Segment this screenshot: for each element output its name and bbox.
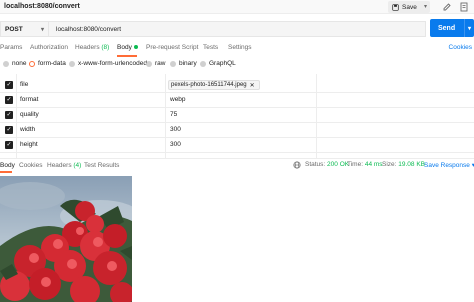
row-checkbox[interactable]: ✓ [5,126,13,134]
method-label: POST [5,25,23,33]
response-tab-body[interactable]: Body [0,162,15,169]
table-row: ✓ width 300 [0,123,474,138]
response-tab-headers[interactable]: Headers (4) [47,162,81,169]
radio-icon [200,60,206,67]
row-checkbox[interactable]: ✓ [5,111,13,119]
tab-tests[interactable]: Tests [203,44,218,51]
value-cell[interactable]: 75 [170,111,177,118]
chevron-down-icon[interactable]: ▾ [464,19,474,37]
row-checkbox[interactable]: ✓ [5,141,13,149]
column-divider [165,74,166,160]
tab-authorization[interactable]: Authorization [30,44,68,51]
tab-settings[interactable]: Settings [228,44,252,51]
key-cell[interactable]: width [20,126,35,133]
modified-dot-icon [133,45,138,50]
radio-none[interactable]: none [3,60,26,67]
key-cell[interactable]: quality [20,111,39,118]
response-headers-count: (4) [73,162,82,169]
send-button-label: Send [438,24,456,32]
method-select[interactable]: POST ▾ [0,21,48,37]
key-cell[interactable]: file [20,81,28,88]
status-value: 200 OK [327,161,350,168]
save-button[interactable]: Save ▾ [388,1,430,13]
globe-icon[interactable] [293,161,301,169]
table-row: ✓ file pexels-photo-16511744.jpeg ✕ [0,78,474,93]
pencil-icon[interactable] [441,1,453,13]
column-divider [16,74,17,160]
request-title[interactable]: localhost:8080/convert [4,3,80,10]
request-bar: POST ▾ Send ▾ [0,18,474,40]
active-response-tab-indicator [0,171,12,173]
radio-icon [3,60,9,67]
key-cell[interactable]: height [20,141,38,148]
tab-params[interactable]: Params [0,44,22,51]
tab-pre-request-script[interactable]: Pre-request Script [146,44,198,51]
headers-count: (8) [101,44,110,51]
chevron-down-icon: ▾ [40,27,44,33]
time-readout: Time: 44 ms [347,161,383,168]
table-row: ✓ height 300 [0,138,474,153]
request-tabs: Params Authorization Headers (8) Body Pr… [0,43,474,55]
body-type-options: none form-data x-www-form-urlencoded raw… [0,60,474,70]
radio-binary[interactable]: binary [170,60,197,67]
tab-body[interactable]: Body [117,44,138,51]
radio-form-data[interactable]: form-data [29,60,66,67]
chevron-down-icon[interactable]: ▾ [424,3,427,10]
radio-x-www-form-urlencoded[interactable]: x-www-form-urlencoded [69,60,147,67]
value-cell[interactable]: 300 [170,141,181,148]
key-cell[interactable]: format [20,96,38,103]
radio-selected-icon [29,60,35,67]
status-readout: Status: 200 OK [305,161,350,168]
save-icon [392,3,399,11]
title-bar: localhost:8080/convert Save ▾ [0,0,474,14]
response-image-preview [0,176,132,302]
radio-icon [170,60,176,67]
time-value: 44 ms [364,161,383,168]
save-button-label: Save [402,3,417,11]
value-cell[interactable]: 300 [170,126,181,133]
radio-icon [69,60,75,67]
documentation-icon[interactable] [458,1,470,13]
value-cell[interactable]: webp [170,96,186,103]
response-tab-test-results[interactable]: Test Results [84,162,119,169]
column-divider [316,74,317,160]
size-readout: Size: 19.08 KB [382,161,426,168]
active-tab-indicator [117,55,137,57]
url-input[interactable] [48,21,426,37]
table-row: ✓ quality 75 [0,108,474,123]
radio-graphql[interactable]: GraphQL [200,60,236,67]
radio-icon [146,60,152,67]
tab-headers[interactable]: Headers (8) [75,44,109,51]
send-button[interactable]: Send ▾ [430,19,474,37]
close-icon[interactable]: ✕ [250,82,255,89]
row-checkbox[interactable]: ✓ [5,81,13,89]
file-chip[interactable]: pexels-photo-16511744.jpeg ✕ [168,80,260,90]
response-tab-cookies[interactable]: Cookies [19,162,42,169]
form-data-table: ✓ file pexels-photo-16511744.jpeg ✕ ✓ fo… [0,74,474,160]
save-response-button[interactable]: Save Response ▾ [424,161,474,169]
radio-raw[interactable]: raw [146,60,165,67]
table-row: ✓ format webp [0,93,474,108]
size-value: 19.08 KB [398,161,426,168]
cookies-link[interactable]: Cookies [449,44,472,51]
row-checkbox[interactable]: ✓ [5,96,13,104]
file-name: pexels-photo-16511744.jpeg [171,82,247,88]
